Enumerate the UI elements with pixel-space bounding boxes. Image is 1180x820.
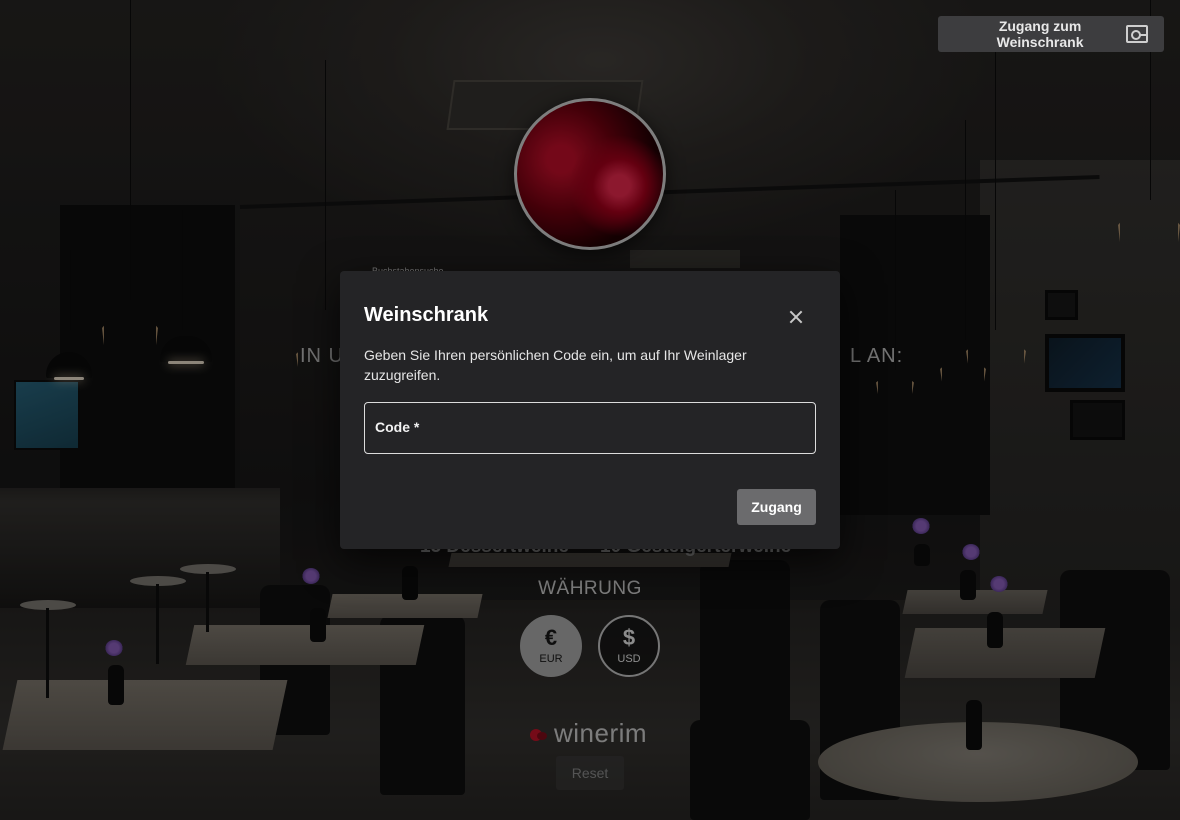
- close-icon[interactable]: [780, 301, 812, 333]
- dialog-title: Weinschrank: [364, 304, 489, 326]
- access-button-label: Zugang zum Weinschrank: [996, 18, 1084, 50]
- key-icon: [1126, 25, 1148, 43]
- access-submit-button[interactable]: Zugang: [737, 489, 816, 525]
- dialog-description: Geben Sie Ihren persönlichen Code ein, u…: [364, 347, 747, 383]
- wine-cellar-access-button[interactable]: Zugang zum Weinschrank: [938, 16, 1164, 52]
- wine-cellar-dialog: Weinschrank Geben Sie Ihren persönlichen…: [340, 271, 840, 549]
- code-input[interactable]: [365, 403, 815, 453]
- code-field[interactable]: Code *: [364, 402, 816, 454]
